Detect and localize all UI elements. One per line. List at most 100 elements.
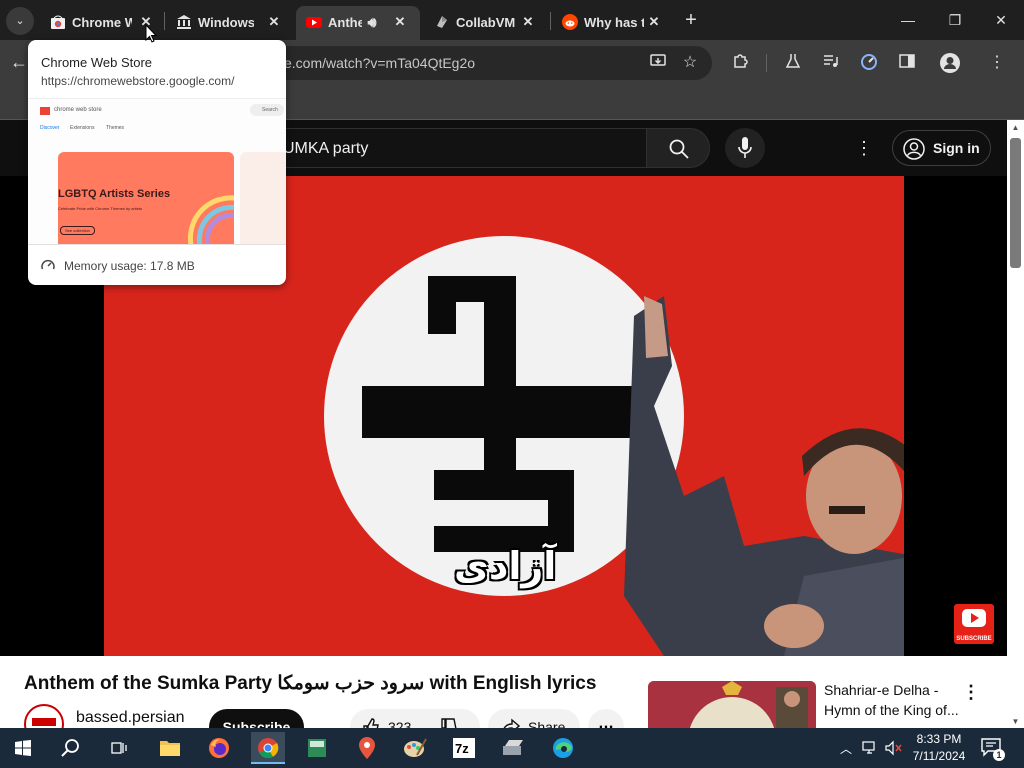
memory-gauge-icon [41, 259, 55, 270]
channel-avatar[interactable] [24, 704, 64, 728]
new-tab-button[interactable]: + [680, 9, 702, 31]
close-tab-icon[interactable]: ✕ [518, 12, 538, 32]
action-center-button[interactable]: 1 [980, 736, 1005, 761]
like-count: 323 [388, 719, 412, 728]
clock-date: 7/11/2024 [912, 749, 966, 763]
chrome-web-store-icon [51, 15, 65, 29]
share-button[interactable]: Share [488, 709, 580, 728]
scrollbar-thumb[interactable] [1010, 138, 1021, 268]
tab-windows8[interactable]: Windows8 ✕ [166, 6, 292, 40]
close-tab-icon[interactable]: ✕ [644, 12, 664, 32]
edge-taskbar[interactable] [546, 732, 580, 764]
tab-youtube-anthem[interactable]: Anthem of the Sumka Party 🔊︎ ✕ [296, 6, 420, 40]
thumbs-down-icon[interactable] [440, 718, 458, 728]
svg-text:7z: 7z [455, 741, 469, 756]
printer-taskbar[interactable] [496, 732, 530, 764]
system-clock[interactable]: 8:33 PM 7/11/2024 [906, 731, 972, 765]
start-button[interactable] [6, 732, 40, 764]
file-explorer-taskbar[interactable] [153, 732, 187, 764]
preview-banner-title: LGBTQ Artists Series [58, 188, 171, 200]
back-arrow-icon[interactable]: ← [10, 52, 28, 73]
performance-icon[interactable] [859, 53, 879, 73]
hover-card-title: Chrome Web Store [41, 55, 153, 70]
install-app-icon[interactable] [648, 53, 668, 73]
recommendation-menu-icon[interactable]: ⋮ [962, 682, 980, 703]
paint-taskbar[interactable] [398, 732, 432, 764]
speaker-icon[interactable]: 🔊︎ [362, 12, 382, 32]
chrome-icon [258, 738, 279, 759]
restore-button[interactable]: ❐ [935, 8, 975, 32]
speaker-figure [624, 296, 904, 656]
network-icon[interactable] [862, 741, 878, 755]
tab-title: CollabVM [456, 15, 516, 30]
clock-time: 8:33 PM [916, 732, 962, 746]
side-panel-icon[interactable] [897, 53, 917, 73]
media-controls-icon[interactable] [821, 53, 841, 73]
chrome-web-store-icon [40, 107, 50, 115]
like-button[interactable]: 323 [350, 709, 480, 728]
task-view-icon [111, 742, 127, 754]
maps-taskbar[interactable] [350, 732, 384, 764]
tray-overflow-icon[interactable]: ︿ [840, 740, 852, 757]
firefox-taskbar[interactable] [202, 732, 236, 764]
folder-icon [160, 741, 180, 756]
settings-kebab-icon[interactable]: ⋮ [854, 138, 874, 159]
address-url: e.com/watch?v=mTa04QtEg2o [284, 55, 476, 71]
extensions-puzzle-icon[interactable] [730, 53, 750, 73]
address-bar[interactable]: e.com/watch?v=mTa04QtEg2o ☆ [230, 46, 712, 80]
hover-card-url: https://chromewebstore.google.com/ [41, 74, 235, 88]
tab-title: Anthem of the Sumka Party [328, 15, 362, 30]
edge-icon [553, 738, 573, 758]
scroll-up-arrow-icon[interactable]: ▲ [1007, 123, 1024, 132]
more-actions-icon[interactable]: … [588, 709, 624, 728]
subscribe-watermark[interactable]: SUBSCRIBE [954, 604, 994, 644]
youtube-icon [306, 17, 322, 28]
close-tab-icon[interactable]: ✕ [264, 12, 284, 32]
share-label: Share [528, 719, 566, 728]
windows-taskbar: 7z ︿ 8:33 PM 7/11/2024 1 [0, 728, 1024, 768]
page-scrollbar[interactable]: ▲ ▼ [1007, 120, 1024, 728]
firefox-icon [209, 738, 229, 758]
close-tab-icon[interactable]: ✕ [390, 12, 410, 32]
calculator-taskbar[interactable] [300, 732, 334, 764]
map-pin-icon [359, 737, 375, 759]
preview-banner-subtitle: Celebrate Pride with Chrome Themes by ar… [58, 206, 142, 211]
microphone-icon [738, 137, 752, 158]
chrome-taskbar[interactable] [251, 732, 285, 764]
channel-name[interactable]: bassed.persian [76, 709, 185, 727]
tab-reddit[interactable]: Why has the ✕ [552, 6, 676, 40]
collabvm-icon [437, 16, 447, 28]
scroll-down-arrow-icon[interactable]: ▼ [1007, 717, 1024, 726]
tab-chrome-web-store[interactable]: Chrome Web Store ✕ [40, 6, 162, 40]
bookmark-star-icon[interactable]: ☆ [680, 53, 700, 73]
close-window-button[interactable]: ✕ [981, 8, 1021, 32]
chrome-menu-icon[interactable]: ⋮ [987, 53, 1007, 73]
video-title: Anthem of the Sumka Party سرود حزب سومکا… [24, 673, 597, 694]
search-taskbar-button[interactable] [54, 732, 88, 764]
recommended-video-thumbnail[interactable] [648, 681, 816, 728]
subscribe-button[interactable]: Subscribe [209, 709, 304, 728]
youtube-play-icon [962, 609, 986, 627]
share-icon [503, 718, 520, 728]
voice-search-button[interactable] [725, 128, 765, 168]
volume-muted-icon[interactable] [885, 740, 903, 756]
sign-in-button[interactable]: Sign in [892, 130, 991, 166]
profile-avatar-icon[interactable] [940, 53, 960, 73]
preview-nav-item: Extensions [70, 125, 95, 131]
minimize-button[interactable]: — [888, 8, 928, 32]
tab-search-button[interactable]: ⌄ [6, 7, 34, 35]
mouse-cursor-icon [145, 24, 157, 43]
search-icon [61, 739, 79, 757]
7zip-taskbar[interactable]: 7z [447, 732, 481, 764]
recommended-video-title[interactable]: Shahriar-e Delha - Hymn of the King of..… [824, 680, 964, 720]
tab-collabvm[interactable]: CollabVM ✕ [424, 6, 548, 40]
paint-palette-icon [404, 738, 427, 757]
labs-flask-icon[interactable] [783, 53, 803, 73]
task-view-button[interactable] [102, 732, 136, 764]
preview-banner: LGBTQ Artists Series Celebrate Pride wit… [58, 152, 234, 244]
notification-count: 1 [993, 749, 1005, 761]
search-input[interactable]: UMKA party [240, 128, 646, 168]
windows-logo-icon [15, 740, 31, 756]
overlay-text: آزادی [454, 544, 557, 588]
search-button[interactable] [646, 128, 710, 168]
